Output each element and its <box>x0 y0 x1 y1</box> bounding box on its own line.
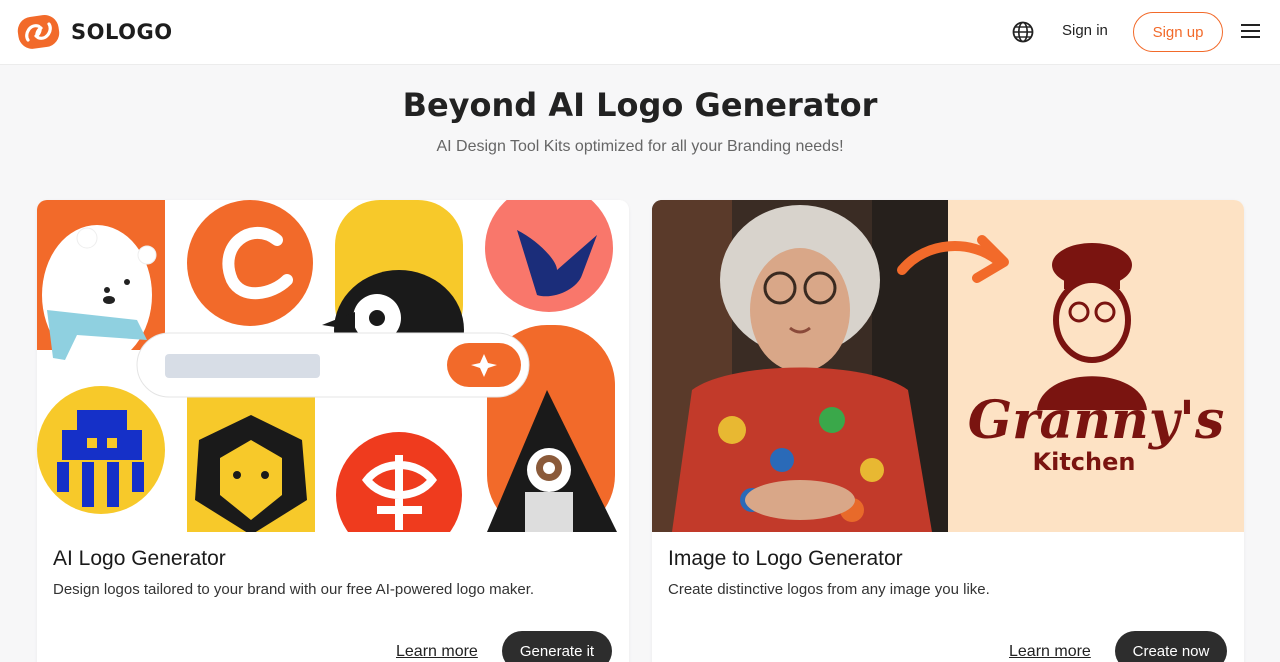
learn-more-link[interactable]: Learn more <box>396 643 478 661</box>
sign-in-link[interactable]: Sign in <box>1062 22 1108 39</box>
ai-logo-generator-card: AI Logo Generator Design logos tailored … <box>37 200 629 662</box>
brand-name: SOLOGO <box>71 20 173 44</box>
create-now-button[interactable]: Create now <box>1115 631 1227 662</box>
learn-more-link[interactable]: Learn more <box>1009 643 1091 661</box>
card-description: Create distinctive logos from any image … <box>668 581 990 598</box>
sologo-logo-icon <box>17 15 60 49</box>
page-title: Beyond AI Logo Generator <box>402 86 878 124</box>
logo-text-grannys: Granny's <box>968 390 1225 451</box>
sign-up-button[interactable]: Sign up <box>1133 12 1223 52</box>
granny-to-logo-image: Granny's Kitchen <box>652 200 1244 532</box>
brand-logo[interactable]: SOLOGO <box>16 14 173 50</box>
globe-icon[interactable] <box>1011 20 1035 44</box>
card-title: AI Logo Generator <box>53 547 226 570</box>
generate-it-button[interactable]: Generate it <box>502 631 612 662</box>
card-title: Image to Logo Generator <box>668 547 903 570</box>
card-description: Design logos tailored to your brand with… <box>53 581 535 598</box>
image-to-logo-generator-card: Granny's Kitchen Image to Logo Generator… <box>652 200 1244 662</box>
hamburger-menu-icon[interactable] <box>1241 24 1263 42</box>
page-subtitle: AI Design Tool Kits optimized for all yo… <box>436 138 844 155</box>
top-navbar: SOLOGO Sign in Sign up <box>0 0 1280 65</box>
logo-text-kitchen: Kitchen <box>1033 448 1136 476</box>
logo-collage-image <box>37 200 629 532</box>
